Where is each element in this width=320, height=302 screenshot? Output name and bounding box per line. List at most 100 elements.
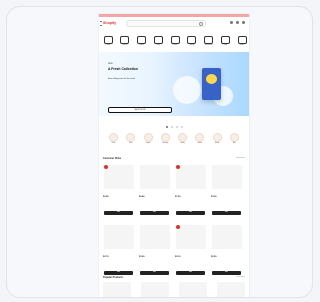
carousel-dot[interactable] xyxy=(175,126,178,128)
add-to-cart-button[interactable]: Add xyxy=(212,271,241,275)
view-all-link[interactable]: See more xyxy=(236,276,245,278)
hero-subtitle: Best selling items for the week xyxy=(108,78,136,80)
product-card[interactable]: Product $3.29 Add xyxy=(211,164,243,218)
search-icon[interactable] xyxy=(199,22,203,26)
promo-item[interactable]: Beverage xyxy=(160,133,170,145)
product-card[interactable]: Product $3.99 Add xyxy=(139,224,171,278)
product-image xyxy=(212,225,242,249)
category-icon xyxy=(170,36,180,44)
sale-badge xyxy=(176,225,180,229)
hero-banner[interactable]: NEW A Fresh Collection Best selling item… xyxy=(99,52,249,116)
menu-icon[interactable] xyxy=(100,21,102,26)
promo-categories: Deals Fresh Organic Beverage Bakery Snac… xyxy=(109,133,239,145)
category-item[interactable]: Drinks xyxy=(170,36,180,47)
product-price: $3.29 xyxy=(211,196,217,198)
hero-cta-button[interactable]: SHOP NOW xyxy=(108,107,172,113)
promo-label: Bakery xyxy=(180,143,185,144)
popular-product-image[interactable] xyxy=(217,282,245,297)
category-icon xyxy=(220,36,230,44)
promo-icon xyxy=(126,133,136,142)
search-input[interactable] xyxy=(126,20,206,27)
carousel-dot[interactable] xyxy=(180,126,183,128)
promo-item[interactable]: Bundle xyxy=(212,133,222,145)
promo-item[interactable]: Fresh xyxy=(126,133,136,145)
category-icon xyxy=(237,36,247,44)
add-to-cart-button[interactable]: Add xyxy=(212,211,241,215)
product-card[interactable]: Product $5.19 Add xyxy=(175,224,207,278)
add-to-cart-button[interactable]: Add xyxy=(140,271,169,275)
user-icon[interactable] xyxy=(230,21,233,24)
promo-icon xyxy=(212,133,222,142)
device-frame: Shopify Pantry Snacks Frozen Dairy Drink… xyxy=(6,6,313,298)
site-logo[interactable]: Shopify xyxy=(103,21,116,25)
category-label: Snacks xyxy=(122,45,128,46)
promo-label: Deals xyxy=(111,143,116,144)
popular-product-image[interactable] xyxy=(141,282,169,297)
product-image xyxy=(104,225,134,249)
product-title[interactable]: Product xyxy=(211,191,243,195)
heart-icon[interactable] xyxy=(236,21,239,24)
hero-eyebrow: NEW xyxy=(108,63,113,65)
promo-item[interactable]: Snacks xyxy=(195,133,205,145)
popular-product-image[interactable] xyxy=(103,282,131,297)
product-card[interactable]: Product $2.59 Add xyxy=(211,224,243,278)
category-icon xyxy=(204,36,213,44)
category-item[interactable]: Household xyxy=(204,36,214,47)
product-title[interactable]: Product xyxy=(139,191,171,195)
promo-label: Snacks xyxy=(197,143,203,144)
product-card[interactable]: Product $4.49 Add xyxy=(139,164,171,218)
category-item[interactable]: Health xyxy=(237,36,247,47)
sale-badge xyxy=(104,165,108,169)
product-title[interactable]: Product xyxy=(211,251,243,255)
promo-item[interactable]: More xyxy=(229,133,239,145)
product-price: $4.49 xyxy=(139,196,145,198)
product-price: $2.59 xyxy=(211,256,217,258)
category-item[interactable]: Snacks xyxy=(120,36,130,47)
sale-badge xyxy=(176,165,180,169)
banana-icon xyxy=(206,74,217,84)
promo-label: Beverage xyxy=(162,143,169,144)
product-price: $2.99 xyxy=(103,196,109,198)
promo-item[interactable]: Deals xyxy=(109,133,118,145)
add-to-cart-button[interactable]: Add xyxy=(140,211,169,215)
carousel-dot[interactable] xyxy=(170,126,173,128)
category-item[interactable]: Pantry xyxy=(103,36,113,47)
section-title: Customer Picks xyxy=(103,157,122,160)
carousel-dot-active[interactable] xyxy=(165,126,168,128)
product-image xyxy=(140,225,170,249)
product-card[interactable]: Product $2.99 Add xyxy=(103,164,135,218)
product-title[interactable]: Product xyxy=(175,251,207,255)
popular-products-row xyxy=(103,282,245,297)
product-image xyxy=(140,165,170,189)
web-page: Shopify Pantry Snacks Frozen Dairy Drink… xyxy=(99,14,249,297)
promo-icon xyxy=(160,133,170,142)
product-title[interactable]: Product xyxy=(139,251,171,255)
add-to-cart-button[interactable]: Add xyxy=(104,271,133,275)
category-icon xyxy=(103,36,113,44)
category-icon xyxy=(153,36,163,44)
product-card[interactable]: Product $2.79 Add xyxy=(103,224,135,278)
water-splash-image xyxy=(173,76,201,104)
product-title[interactable]: Product xyxy=(175,191,207,195)
cart-icon[interactable] xyxy=(242,21,245,24)
add-to-cart-button[interactable]: Add xyxy=(176,211,205,215)
category-label: Baking xyxy=(189,45,195,46)
product-image xyxy=(176,165,206,189)
category-label: Pantry xyxy=(105,45,111,46)
product-card[interactable]: Product $1.99 Add xyxy=(175,164,207,218)
popular-product-image[interactable] xyxy=(179,282,207,297)
product-image xyxy=(104,165,134,189)
promo-item[interactable]: Organic xyxy=(143,133,153,145)
product-title[interactable]: Product xyxy=(103,191,135,195)
view-all-link[interactable]: See more xyxy=(236,157,245,159)
product-title[interactable]: Product xyxy=(103,251,135,255)
promo-item[interactable]: Bakery xyxy=(178,133,188,145)
category-item[interactable]: Baby xyxy=(220,36,230,47)
category-item[interactable]: Dairy xyxy=(153,36,163,47)
add-to-cart-button[interactable]: Add xyxy=(176,271,205,275)
add-to-cart-button[interactable]: Add xyxy=(104,211,133,215)
category-item[interactable]: Baking xyxy=(187,36,197,47)
category-item[interactable]: Frozen xyxy=(137,36,147,47)
section-title: Popular Products xyxy=(103,276,123,279)
header-actions xyxy=(230,21,245,24)
